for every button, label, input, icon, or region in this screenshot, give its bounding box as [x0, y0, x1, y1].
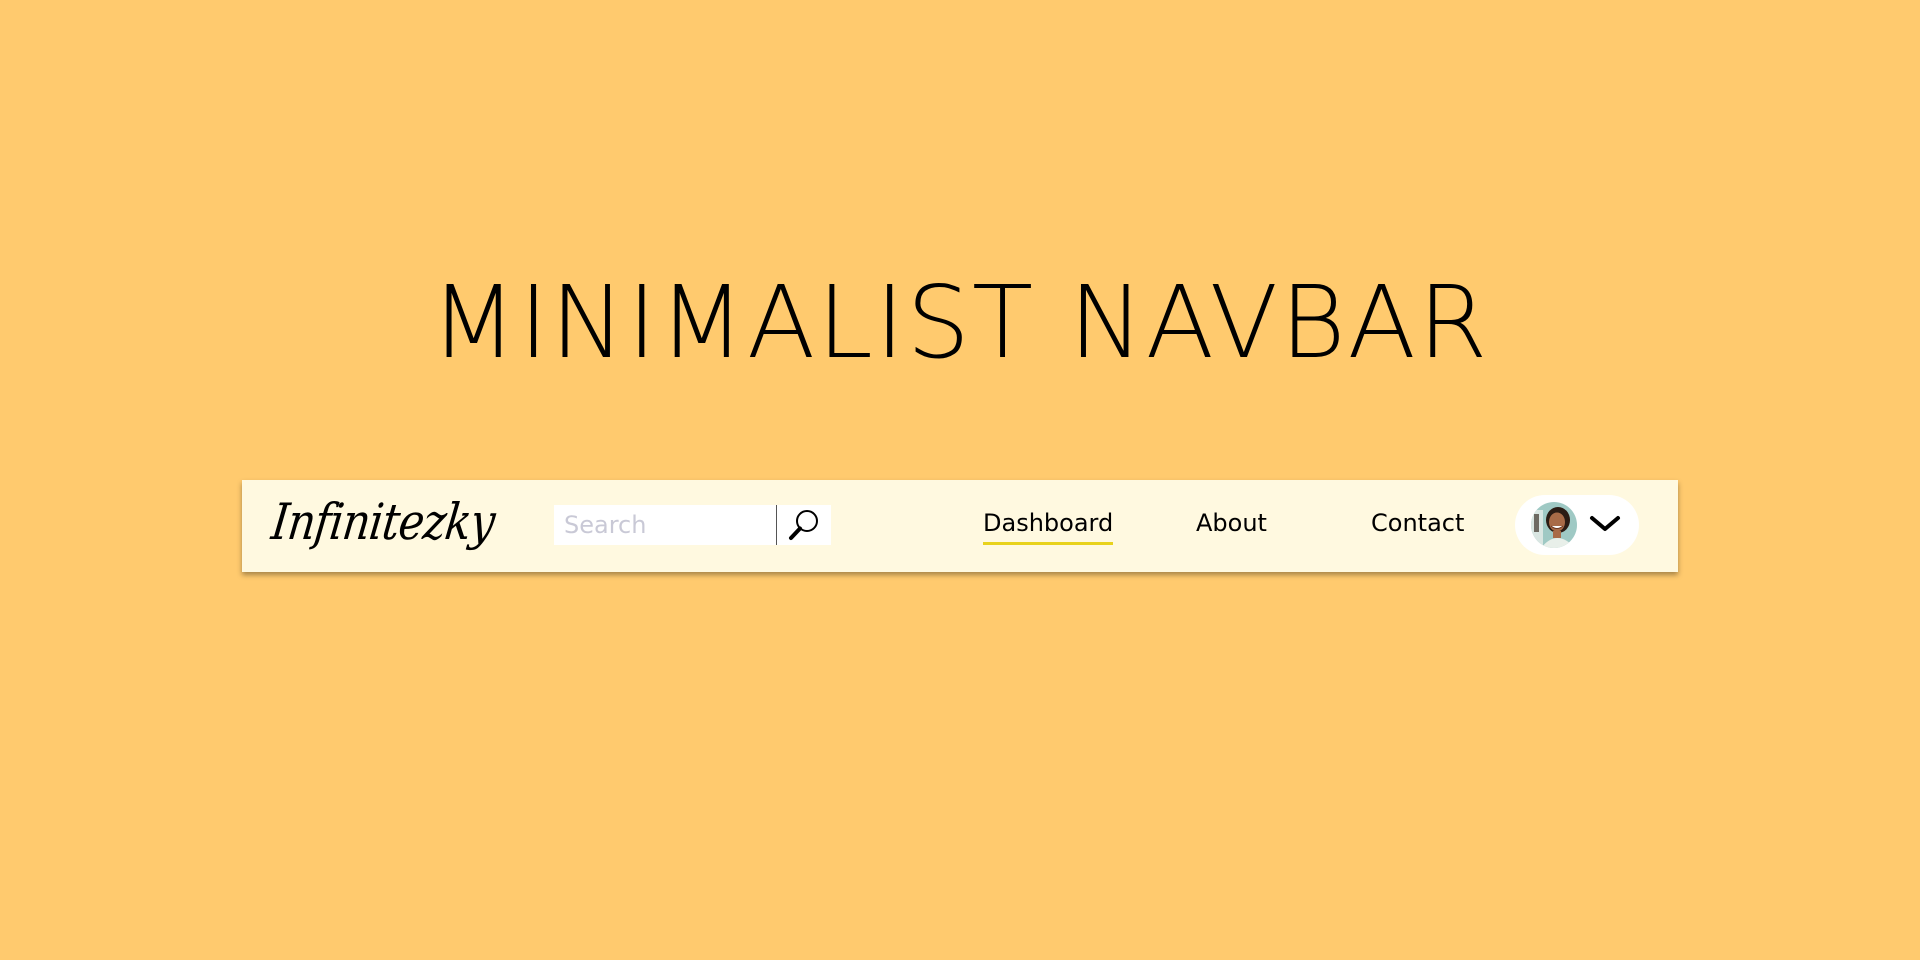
nav-link-dashboard[interactable]: Dashboard	[983, 506, 1114, 545]
chevron-down-icon	[1590, 516, 1620, 531]
logo[interactable]: Infinitezky	[268, 492, 497, 552]
search-bar	[554, 505, 831, 545]
search-button[interactable]	[777, 505, 831, 545]
search-icon	[789, 510, 818, 540]
avatar	[1531, 502, 1577, 548]
nav-link-contact[interactable]: Contact	[1371, 506, 1464, 542]
nav-link-about[interactable]: About	[1196, 506, 1267, 542]
page-title: MINIMALIST NAVBAR	[430, 264, 1490, 381]
search-input[interactable]	[554, 505, 776, 545]
navbar: Infinitezky Dashboard About Contact	[242, 480, 1678, 572]
profile-menu-button[interactable]	[1515, 495, 1639, 555]
